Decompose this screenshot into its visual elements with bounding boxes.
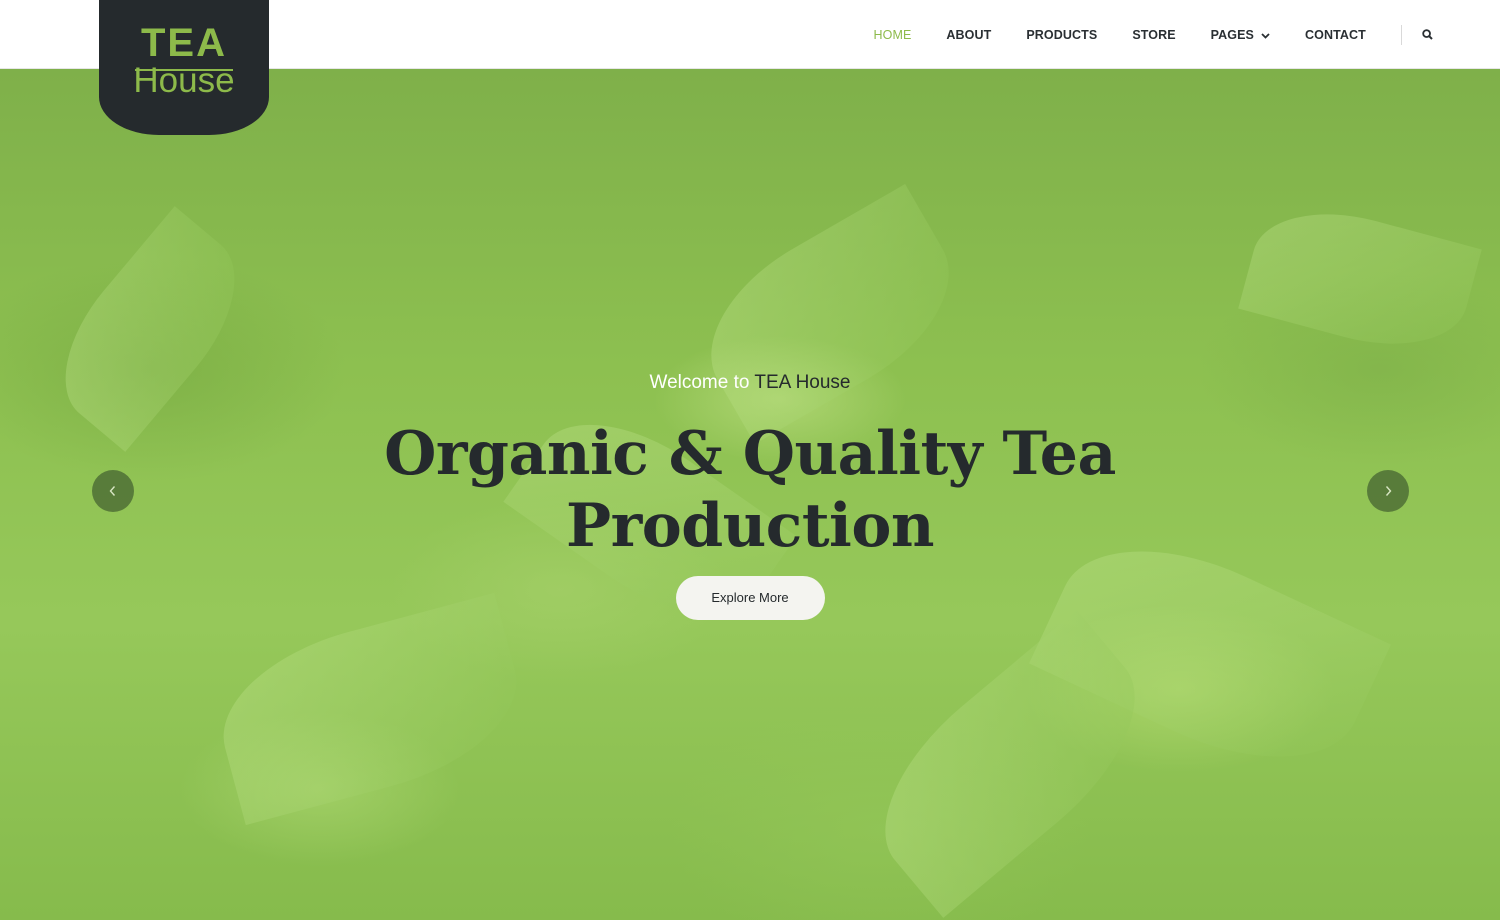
logo-top-text: TEA — [141, 20, 227, 65]
background-leaf — [204, 592, 536, 826]
background-leaf — [1238, 192, 1482, 366]
headline-line-1: Organic & Quality Tea — [384, 419, 1116, 489]
site-logo[interactable]: TEA House — [99, 0, 269, 135]
nav-home[interactable]: HOME — [874, 28, 912, 42]
hero-content: Welcome to TEA House Organic & Quality T… — [0, 370, 1500, 620]
nav-store[interactable]: STORE — [1132, 28, 1175, 42]
welcome-brand: TEA House — [754, 372, 851, 393]
search-button[interactable] — [1412, 20, 1442, 50]
explore-more-button[interactable]: Explore More — [675, 576, 825, 620]
logo-bottom-text: House — [133, 60, 235, 100]
nav-about[interactable]: ABOUT — [946, 28, 991, 42]
nav-products[interactable]: PRODUCTS — [1026, 28, 1097, 42]
nav-pages-label: PAGES — [1210, 27, 1254, 42]
nav-contact[interactable]: CONTACT — [1305, 28, 1366, 42]
chevron-down-icon — [1261, 31, 1270, 41]
hero-headline: Organic & Quality Tea Production — [0, 418, 1500, 562]
chevron-left-icon — [108, 482, 118, 501]
welcome-prefix: Welcome to — [649, 372, 750, 393]
nav-products-label: PRODUCTS — [1026, 27, 1098, 42]
main-nav: HOME ABOUT PRODUCTS STORE PAGES CONTACT — [856, 0, 1442, 69]
nav-store-label: STORE — [1132, 27, 1176, 42]
slider-next-button[interactable] — [1367, 470, 1409, 512]
nav-about-label: ABOUT — [946, 27, 992, 42]
headline-line-2: Production — [565, 491, 935, 561]
nav-pages[interactable]: PAGES — [1211, 28, 1270, 42]
nav-home-label: HOME — [873, 27, 912, 42]
search-icon — [1422, 25, 1433, 44]
nav-divider — [1401, 24, 1403, 45]
chevron-right-icon — [1383, 482, 1393, 501]
hero-welcome: Welcome to TEA House — [0, 370, 1500, 396]
nav-contact-label: CONTACT — [1305, 27, 1366, 42]
slider-prev-button[interactable] — [92, 470, 134, 512]
